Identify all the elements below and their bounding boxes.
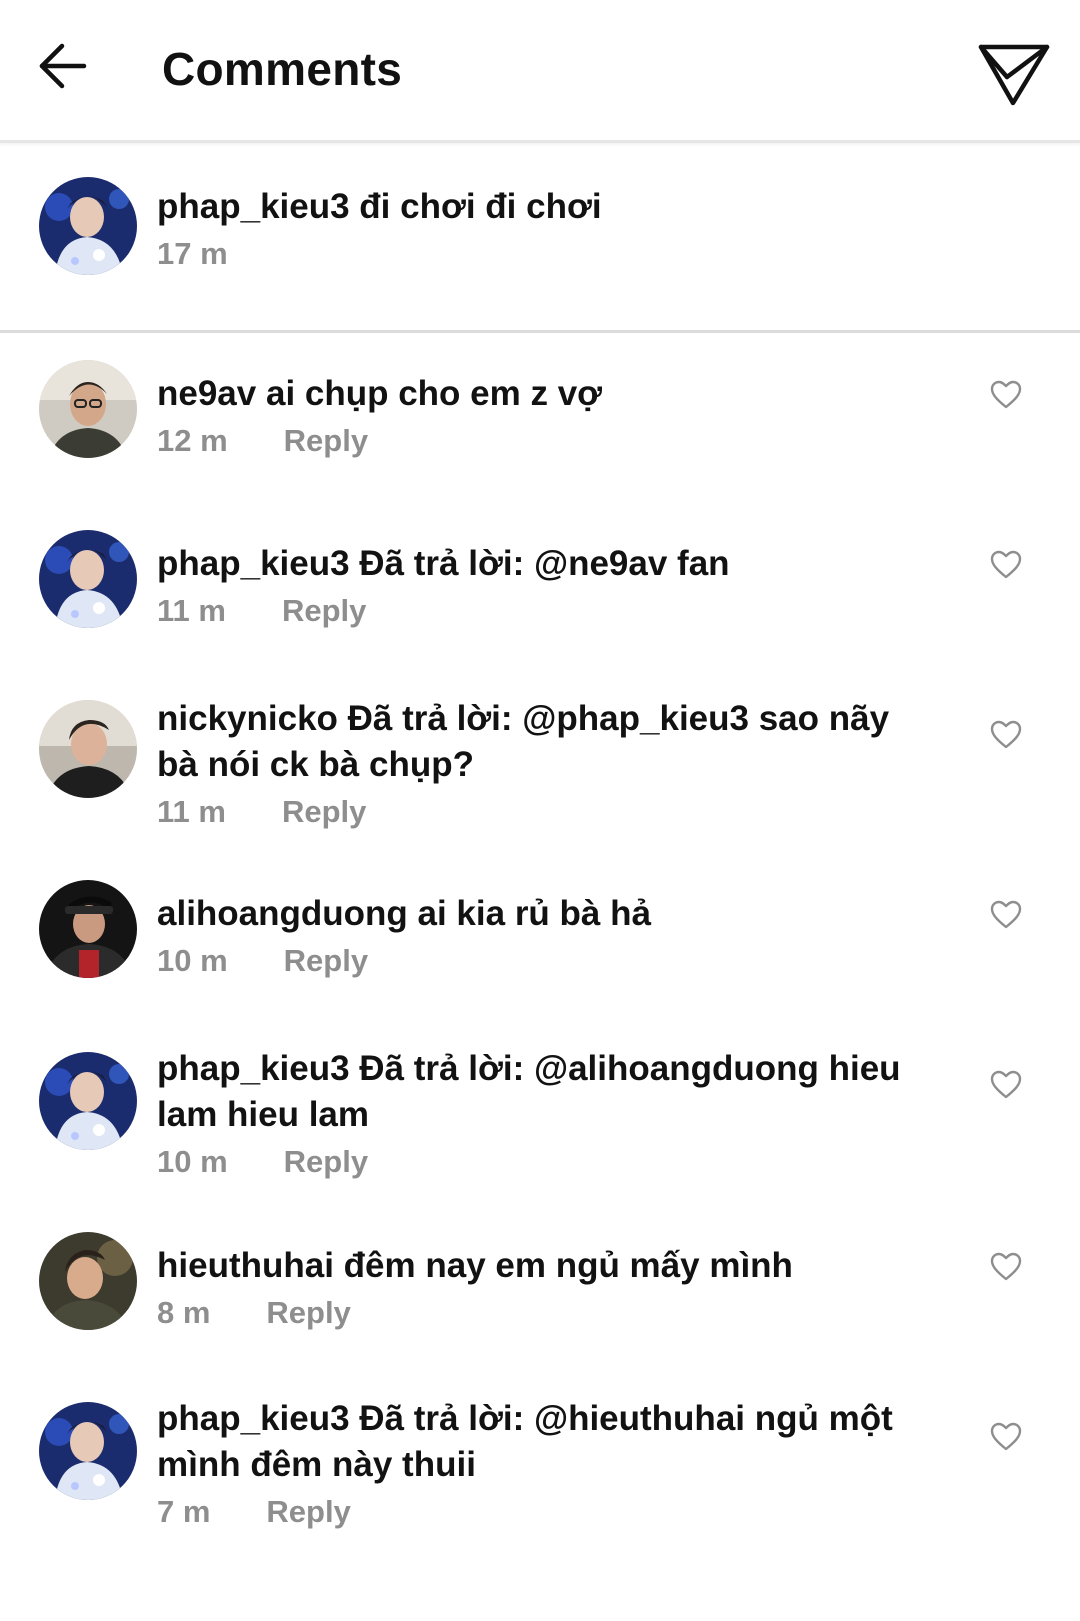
avatar[interactable] xyxy=(39,1232,137,1330)
comment-meta: 10 m Reply xyxy=(157,941,937,981)
heart-outline-icon xyxy=(990,720,1022,748)
avatar[interactable] xyxy=(39,700,137,798)
comment-username[interactable]: ne9av xyxy=(157,374,256,413)
reply-button[interactable]: Reply xyxy=(266,1293,350,1333)
avatar[interactable] xyxy=(39,880,137,978)
caption-text-block: phap_kieu3 đi chơi đi chơi 17 m xyxy=(157,184,937,274)
caption-time: 17 m xyxy=(157,236,228,271)
comment-time: 10 m xyxy=(157,1144,228,1179)
like-button[interactable] xyxy=(988,377,1024,411)
caption-body: đi chơi đi chơi xyxy=(349,187,602,226)
like-button[interactable] xyxy=(988,1067,1024,1101)
comment-text-block: ne9av ai chụp cho em z vợ 12 m Reply xyxy=(157,371,937,461)
comment-text: phap_kieu3 Đã trả lời: @hieuthuhai ngủ m… xyxy=(157,1396,937,1488)
reply-button[interactable]: Reply xyxy=(284,1142,368,1182)
comment-text: ne9av ai chụp cho em z vợ xyxy=(157,371,937,417)
avatar[interactable] xyxy=(39,1052,137,1150)
reply-button[interactable]: Reply xyxy=(282,591,366,631)
comment-time: 11 m xyxy=(157,794,226,829)
avatar[interactable] xyxy=(39,360,137,458)
comment-text-block: nickynicko Đã trả lời: @phap_kieu3 sao n… xyxy=(157,696,937,832)
post-caption: phap_kieu3 đi chơi đi chơi 17 m xyxy=(0,143,1080,333)
comment-item: ne9av ai chụp cho em z vợ 12 m Reply xyxy=(0,360,1080,480)
avatar[interactable] xyxy=(39,1402,137,1500)
top-bar: Comments xyxy=(0,0,1080,143)
like-button[interactable] xyxy=(988,897,1024,931)
comment-item: phap_kieu3 Đã trả lời: @alihoangduong hi… xyxy=(0,1049,1080,1212)
comment-text: nickynicko Đã trả lời: @phap_kieu3 sao n… xyxy=(157,696,937,788)
comment-item: alihoangduong ai kia rủ bà hả 10 m Reply xyxy=(0,880,1080,1000)
comment-meta: 11 m Reply xyxy=(157,792,937,832)
comment-username[interactable]: alihoangduong xyxy=(157,894,408,933)
like-button[interactable] xyxy=(988,717,1024,751)
comment-item: hieuthuhai đêm nay em ngủ mấy mình 8 m R… xyxy=(0,1232,1080,1352)
comment-text-block: phap_kieu3 Đã trả lời: @hieuthuhai ngủ m… xyxy=(157,1396,937,1532)
paper-plane-icon xyxy=(978,44,1050,106)
comment-body: ai kia rủ bà hả xyxy=(407,894,651,933)
heart-outline-icon xyxy=(990,1252,1022,1280)
comment-text: phap_kieu3 Đã trả lời: @alihoangduong hi… xyxy=(157,1046,937,1138)
caption-text: phap_kieu3 đi chơi đi chơi xyxy=(157,184,937,230)
comment-meta: 11 m Reply xyxy=(157,591,937,631)
comment-meta: 10 m Reply xyxy=(157,1142,937,1182)
comment-text-block: alihoangduong ai kia rủ bà hả 10 m Reply xyxy=(157,891,937,981)
like-button[interactable] xyxy=(988,1249,1024,1283)
comment-meta: 12 m Reply xyxy=(157,421,937,461)
heart-outline-icon xyxy=(990,550,1022,578)
back-button[interactable] xyxy=(30,34,94,98)
reply-button[interactable]: Reply xyxy=(282,792,366,832)
comment-username[interactable]: phap_kieu3 xyxy=(157,544,350,583)
comment-username[interactable]: phap_kieu3 xyxy=(157,1399,350,1438)
like-button[interactable] xyxy=(988,1419,1024,1453)
comment-body: đêm nay em ngủ mấy mình xyxy=(333,1246,793,1285)
comment-item: phap_kieu3 Đã trả lời: @ne9av fan 11 m R… xyxy=(0,530,1080,650)
comment-time: 10 m xyxy=(157,943,228,978)
reply-button[interactable]: Reply xyxy=(266,1492,350,1532)
comment-time: 11 m xyxy=(157,593,226,628)
comment-meta: 8 m Reply xyxy=(157,1293,937,1333)
comment-text-block: phap_kieu3 Đã trả lời: @ne9av fan 11 m R… xyxy=(157,541,937,631)
comment-meta: 7 m Reply xyxy=(157,1492,937,1532)
comment-time: 7 m xyxy=(157,1494,211,1529)
comment-text: hieuthuhai đêm nay em ngủ mấy mình xyxy=(157,1243,937,1289)
comment-text: alihoangduong ai kia rủ bà hả xyxy=(157,891,937,937)
heart-outline-icon xyxy=(990,1422,1022,1450)
comment-time: 12 m xyxy=(157,423,228,458)
caption-username[interactable]: phap_kieu3 xyxy=(157,187,350,226)
reply-button[interactable]: Reply xyxy=(284,421,368,461)
comment-body: ai chụp cho em z vợ xyxy=(256,374,603,413)
arrow-left-icon xyxy=(39,43,87,89)
comment-item: phap_kieu3 Đã trả lời: @hieuthuhai ngủ m… xyxy=(0,1399,1080,1562)
share-button[interactable] xyxy=(974,34,1054,114)
comment-text-block: phap_kieu3 Đã trả lời: @alihoangduong hi… xyxy=(157,1046,937,1182)
caption-meta: 17 m xyxy=(157,234,937,274)
comment-text-block: hieuthuhai đêm nay em ngủ mấy mình 8 m R… xyxy=(157,1243,937,1333)
like-button[interactable] xyxy=(988,547,1024,581)
heart-outline-icon xyxy=(990,380,1022,408)
page-title: Comments xyxy=(162,43,403,95)
comment-item: nickynicko Đã trả lời: @phap_kieu3 sao n… xyxy=(0,699,1080,860)
avatar[interactable] xyxy=(39,530,137,628)
reply-button[interactable]: Reply xyxy=(284,941,368,981)
comment-text: phap_kieu3 Đã trả lời: @ne9av fan xyxy=(157,541,937,587)
comment-time: 8 m xyxy=(157,1295,211,1330)
comment-body: Đã trả lời: @ne9av fan xyxy=(349,544,730,583)
comment-username[interactable]: nickynicko xyxy=(157,699,338,738)
comment-username[interactable]: phap_kieu3 xyxy=(157,1049,350,1088)
avatar[interactable] xyxy=(39,177,137,275)
comment-username[interactable]: hieuthuhai xyxy=(157,1246,334,1285)
heart-outline-icon xyxy=(990,900,1022,928)
heart-outline-icon xyxy=(990,1070,1022,1098)
